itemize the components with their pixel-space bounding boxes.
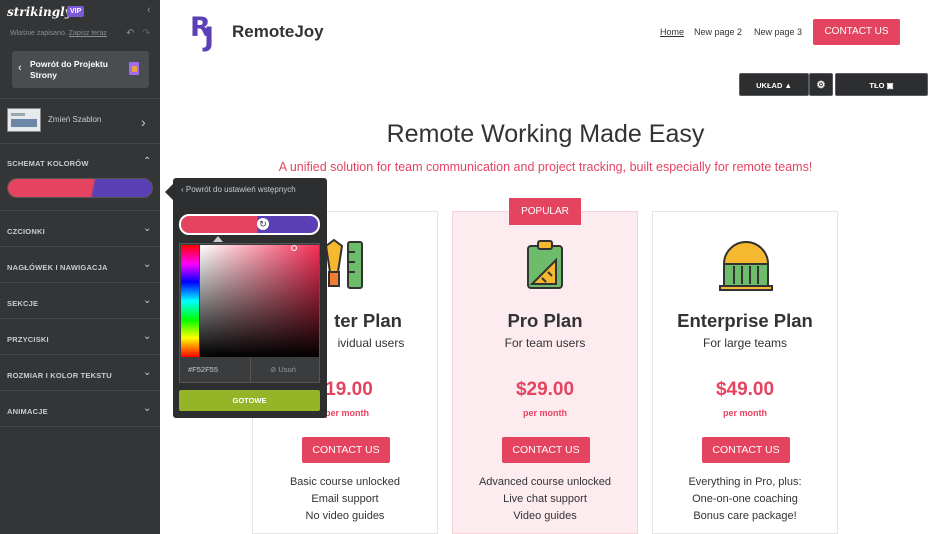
plan-feature: Basic course unlocked (289, 476, 401, 488)
plan-contact-button[interactable]: CONTACT US (502, 437, 590, 463)
save-now-link[interactable]: Zapisz teraz (69, 30, 107, 37)
pages-icon (129, 62, 139, 75)
back-to-site-label: Powrót do Projektu Strony (30, 59, 108, 80)
color-selector: #F52F55 ⊘ Usuń (179, 243, 320, 383)
plan-contact-button[interactable]: CONTACT US (302, 437, 390, 463)
chevron-down-icon[interactable]: ⌄ (143, 331, 151, 342)
undo-icon[interactable]: ↶ (126, 28, 134, 39)
chevron-down-icon[interactable]: ⌄ (143, 367, 151, 378)
plan-name: Pro Plan (507, 310, 583, 331)
divider (0, 98, 160, 99)
layout-label: UKŁAD (756, 81, 783, 90)
plan-period: per month (723, 408, 767, 418)
plan-audience: For team users (504, 336, 586, 350)
delete-label: Usuń (278, 365, 296, 374)
chevron-left-icon: ‹ (18, 62, 22, 74)
clipboard-ruler-icon (516, 238, 576, 292)
saturation-value-area[interactable] (200, 245, 319, 357)
section-sections[interactable]: SEKCJE (7, 299, 38, 308)
divider (0, 354, 160, 355)
section-animations[interactable]: ANIMACJE (7, 407, 48, 416)
divider (0, 318, 160, 319)
layout-icon: ▲ (784, 81, 792, 90)
plan-feature: Everything in Pro, plus: (688, 476, 802, 488)
selected-color-marker (213, 236, 223, 242)
vip-badge: VIP (67, 6, 85, 17)
delete-color-button[interactable]: ⊘ Usuń (270, 365, 296, 374)
hue-slider[interactable] (181, 245, 199, 357)
back-to-presets-link[interactable]: ‹ Powrót do ustawień wstępnych (181, 185, 311, 195)
plan-price: $49.00 (715, 379, 775, 400)
section-color-scheme[interactable]: SCHEMAT KOLORÓW (7, 159, 89, 168)
plan-audience: For large teams (702, 336, 788, 350)
background-label: TŁO (869, 81, 885, 90)
background-button[interactable]: TŁO ▣ (835, 73, 928, 96)
plan-feature: No video guides (305, 510, 385, 522)
image-icon: ▣ (886, 81, 894, 90)
done-button[interactable]: GOTOWE (179, 390, 320, 411)
plan-price: $29.00 (515, 379, 575, 400)
divider (0, 390, 160, 391)
plan-period: per month (523, 408, 567, 418)
plan-feature: Bonus care package! (693, 510, 797, 522)
saved-text: Właśnie zapisano. (10, 30, 67, 37)
plan-feature: One-on-one coaching (692, 493, 798, 505)
plan-name: Enterprise Plan (677, 310, 813, 331)
remotejoy-logo[interactable]: R J (190, 12, 222, 53)
nav-home[interactable]: Home (660, 27, 684, 37)
active-palette-swatch[interactable] (179, 214, 320, 235)
popular-badge: POPULAR (509, 198, 581, 225)
plan-feature: Live chat support (503, 493, 587, 505)
chevron-down-icon[interactable]: ⌄ (143, 403, 151, 414)
editor-sidebar: strikingly VIP ‹ Właśnie zapisano. Zapis… (0, 0, 160, 534)
color-palette-swatch[interactable] (7, 178, 153, 198)
chevron-up-icon[interactable]: ⌃ (143, 156, 151, 167)
divider (0, 143, 160, 144)
section-fonts[interactable]: CZCIONKI (7, 227, 45, 236)
change-template-label[interactable]: Zmień Szablon (48, 115, 101, 124)
settings-gear-icon[interactable]: ⚙ (809, 73, 833, 96)
nav-new-page-2[interactable]: New page 2 (694, 27, 742, 37)
section-buttons[interactable]: PRZYCISKI (7, 335, 49, 344)
nav-new-page-3[interactable]: New page 3 (754, 27, 802, 37)
divider (0, 246, 160, 247)
template-thumbnail[interactable] (7, 108, 41, 132)
back-to-presets-label: Powrót do ustawień wstępnych (185, 185, 296, 194)
building-icon (716, 238, 776, 292)
plan-contact-button[interactable]: CONTACT US (702, 437, 790, 463)
chevron-down-icon[interactable]: ⌄ (143, 259, 151, 270)
site-name[interactable]: RemoteJoy (232, 22, 324, 42)
picker-pointer (165, 184, 173, 200)
save-status: Właśnie zapisano. Zapisz teraz (10, 30, 107, 37)
section-text-size-color[interactable]: ROZMIAR I KOLOR TEKSTU (7, 371, 112, 380)
logo-letter-j: J (204, 22, 215, 53)
strikingly-logo: strikingly (7, 5, 72, 19)
hero-subtitle: A unified solution for team communicatio… (278, 160, 813, 174)
back-to-site-button[interactable]: ‹ Powrót do Projektu Strony (12, 51, 149, 88)
redo-icon[interactable]: ↷ (142, 28, 150, 39)
divider (250, 358, 251, 382)
plan-feature: Email support (311, 493, 379, 505)
divider (0, 210, 160, 211)
chevron-down-icon[interactable]: ⌄ (143, 223, 151, 234)
swap-colors-icon[interactable]: ↻ (257, 218, 269, 230)
header-contact-button[interactable]: CONTACT US (813, 19, 900, 45)
color-handle[interactable] (291, 245, 297, 251)
chevron-right-icon[interactable]: › (141, 114, 146, 130)
collapse-sidebar-icon[interactable]: ‹ (147, 4, 151, 16)
pricing-card-enterprise: Enterprise Plan For large teams $49.00 p… (652, 211, 838, 534)
plan-feature: Advanced course unlocked (478, 476, 612, 488)
hex-input[interactable]: #F52F55 (188, 365, 218, 374)
plan-feature: Video guides (513, 510, 577, 522)
pricing-card-pro: Pro Plan For team users $29.00 per month… (452, 211, 638, 534)
color-picker-popup: ‹ Powrót do ustawień wstępnych ↻ #F52F55… (173, 178, 327, 418)
layout-button[interactable]: UKŁAD ▲ (739, 73, 809, 96)
hero-title: Remote Working Made Easy (386, 120, 705, 148)
section-header-navigation[interactable]: NAGŁÓWEK I NAWIGACJA (7, 263, 108, 272)
chevron-down-icon[interactable]: ⌄ (143, 295, 151, 306)
divider (0, 282, 160, 283)
divider (0, 426, 160, 427)
sidebar-header: strikingly VIP ‹ (0, 0, 160, 26)
